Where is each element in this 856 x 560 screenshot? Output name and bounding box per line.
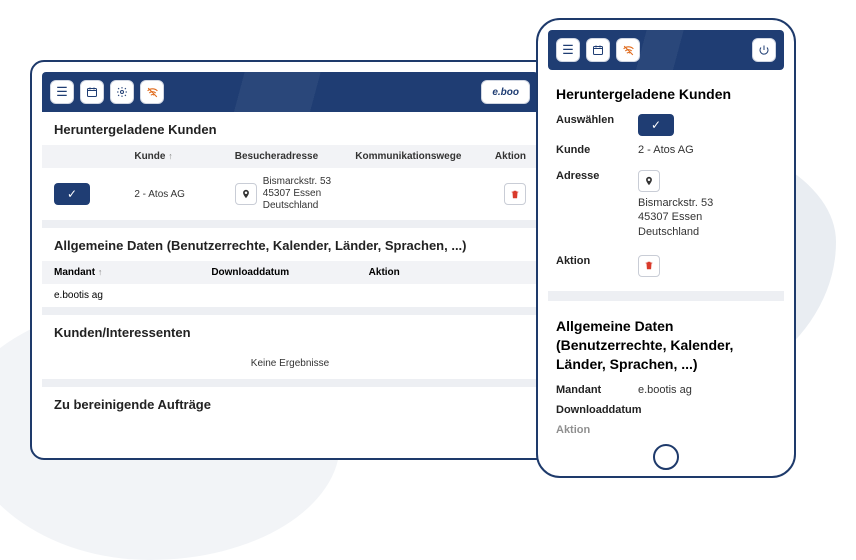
label-aktion-2: Aktion <box>556 424 638 436</box>
value-mandant: e.bootis ag <box>638 384 776 396</box>
settings-button[interactable] <box>110 80 134 104</box>
calendar-icon <box>86 86 98 98</box>
label-downloaddatum: Downloaddatum <box>556 404 638 416</box>
table-row: e.bootis ag <box>42 284 538 307</box>
hamburger-icon: ☰ <box>562 42 574 58</box>
calendar-icon <box>592 44 604 56</box>
value-address: Bismarckstr. 53 45307 Essen Deutschland <box>638 196 776 239</box>
col-aktion: Aktion <box>476 151 526 162</box>
col-kommunikationswege[interactable]: Kommunikationswege <box>355 151 476 162</box>
section-title-kunden-interessenten: Kunden/Interessenten <box>42 315 538 348</box>
label-mandant: Mandant <box>556 384 638 396</box>
calendar-button[interactable] <box>80 80 104 104</box>
offline-button[interactable] <box>616 38 640 62</box>
empty-state: Keine Ergebnisse <box>42 348 538 379</box>
delete-row-button[interactable] <box>638 255 660 277</box>
section-title-bereinigen: Zu bereinigende Aufträge <box>42 387 538 420</box>
cell-mandant: e.bootis ag <box>54 290 211 301</box>
label-aktion: Aktion <box>556 255 638 277</box>
cell-address: Bismarckstr. 53 45307 Essen Deutschland <box>263 176 331 212</box>
phone-home-button[interactable] <box>653 444 679 470</box>
divider <box>42 379 538 387</box>
section-title-general: Allgemeine Daten (Benutzerrechte, Kalend… <box>42 228 538 261</box>
col-besucheradresse[interactable]: Besucheradresse <box>235 151 356 162</box>
wifi-off-icon <box>146 86 159 99</box>
divider <box>42 307 538 315</box>
phone-frame: ☰ Heruntergeladene Kunden Auswählen ✓ Ku… <box>536 18 796 478</box>
calendar-button[interactable] <box>586 38 610 62</box>
section-title-customers: Heruntergeladene Kunden <box>548 74 784 110</box>
table-row: ✓ 2 - Atos AG Bismarckstr. 53 45307 Esse… <box>42 168 538 220</box>
value-kunde: 2 - Atos AG <box>638 144 776 156</box>
customers-table-header: Kunde ↑ Besucheradresse Kommunikationswe… <box>42 145 538 168</box>
map-marker-button[interactable] <box>638 170 660 192</box>
power-icon <box>758 44 770 56</box>
label-auswaehlen: Auswählen <box>556 114 638 136</box>
menu-button[interactable]: ☰ <box>50 80 74 104</box>
map-pin-icon <box>644 175 654 187</box>
cell-kunde: 2 - Atos AG <box>134 189 234 200</box>
offline-button[interactable] <box>140 80 164 104</box>
section-title-general: Allgemeine Daten (Benutzerrechte, Kalend… <box>548 311 784 380</box>
trash-icon <box>644 260 654 271</box>
phone-header: ☰ <box>548 30 784 70</box>
label-adresse: Adresse <box>556 170 638 182</box>
divider <box>548 291 784 301</box>
delete-row-button[interactable] <box>504 183 526 205</box>
tablet-header: ☰ e.boo <box>42 72 538 112</box>
sort-asc-icon: ↑ <box>168 151 173 161</box>
menu-button[interactable]: ☰ <box>556 38 580 62</box>
power-button[interactable] <box>752 38 776 62</box>
section-title-customers: Heruntergeladene Kunden <box>42 112 538 145</box>
map-marker-button[interactable] <box>235 183 257 205</box>
map-pin-icon <box>241 188 251 200</box>
col-aktion-2: Aktion <box>369 267 526 278</box>
select-row-button[interactable]: ✓ <box>54 183 90 205</box>
label-kunde: Kunde <box>556 144 638 156</box>
tablet-frame: ☰ e.boo Heruntergeladene Kunden Kunde ↑ … <box>30 60 550 460</box>
trash-icon <box>510 189 520 200</box>
gear-icon <box>116 86 128 98</box>
hamburger-icon: ☰ <box>56 84 68 100</box>
col-downloaddatum[interactable]: Downloaddatum <box>211 267 368 278</box>
general-table-header: Mandant ↑ Downloaddatum Aktion <box>42 261 538 284</box>
brand-chip: e.boo <box>481 80 530 104</box>
select-row-button[interactable]: ✓ <box>638 114 674 136</box>
wifi-off-icon <box>622 44 635 57</box>
sort-asc-icon: ↑ <box>98 267 103 277</box>
divider <box>42 220 538 228</box>
col-kunde[interactable]: Kunde <box>134 151 165 162</box>
col-mandant[interactable]: Mandant <box>54 267 95 278</box>
